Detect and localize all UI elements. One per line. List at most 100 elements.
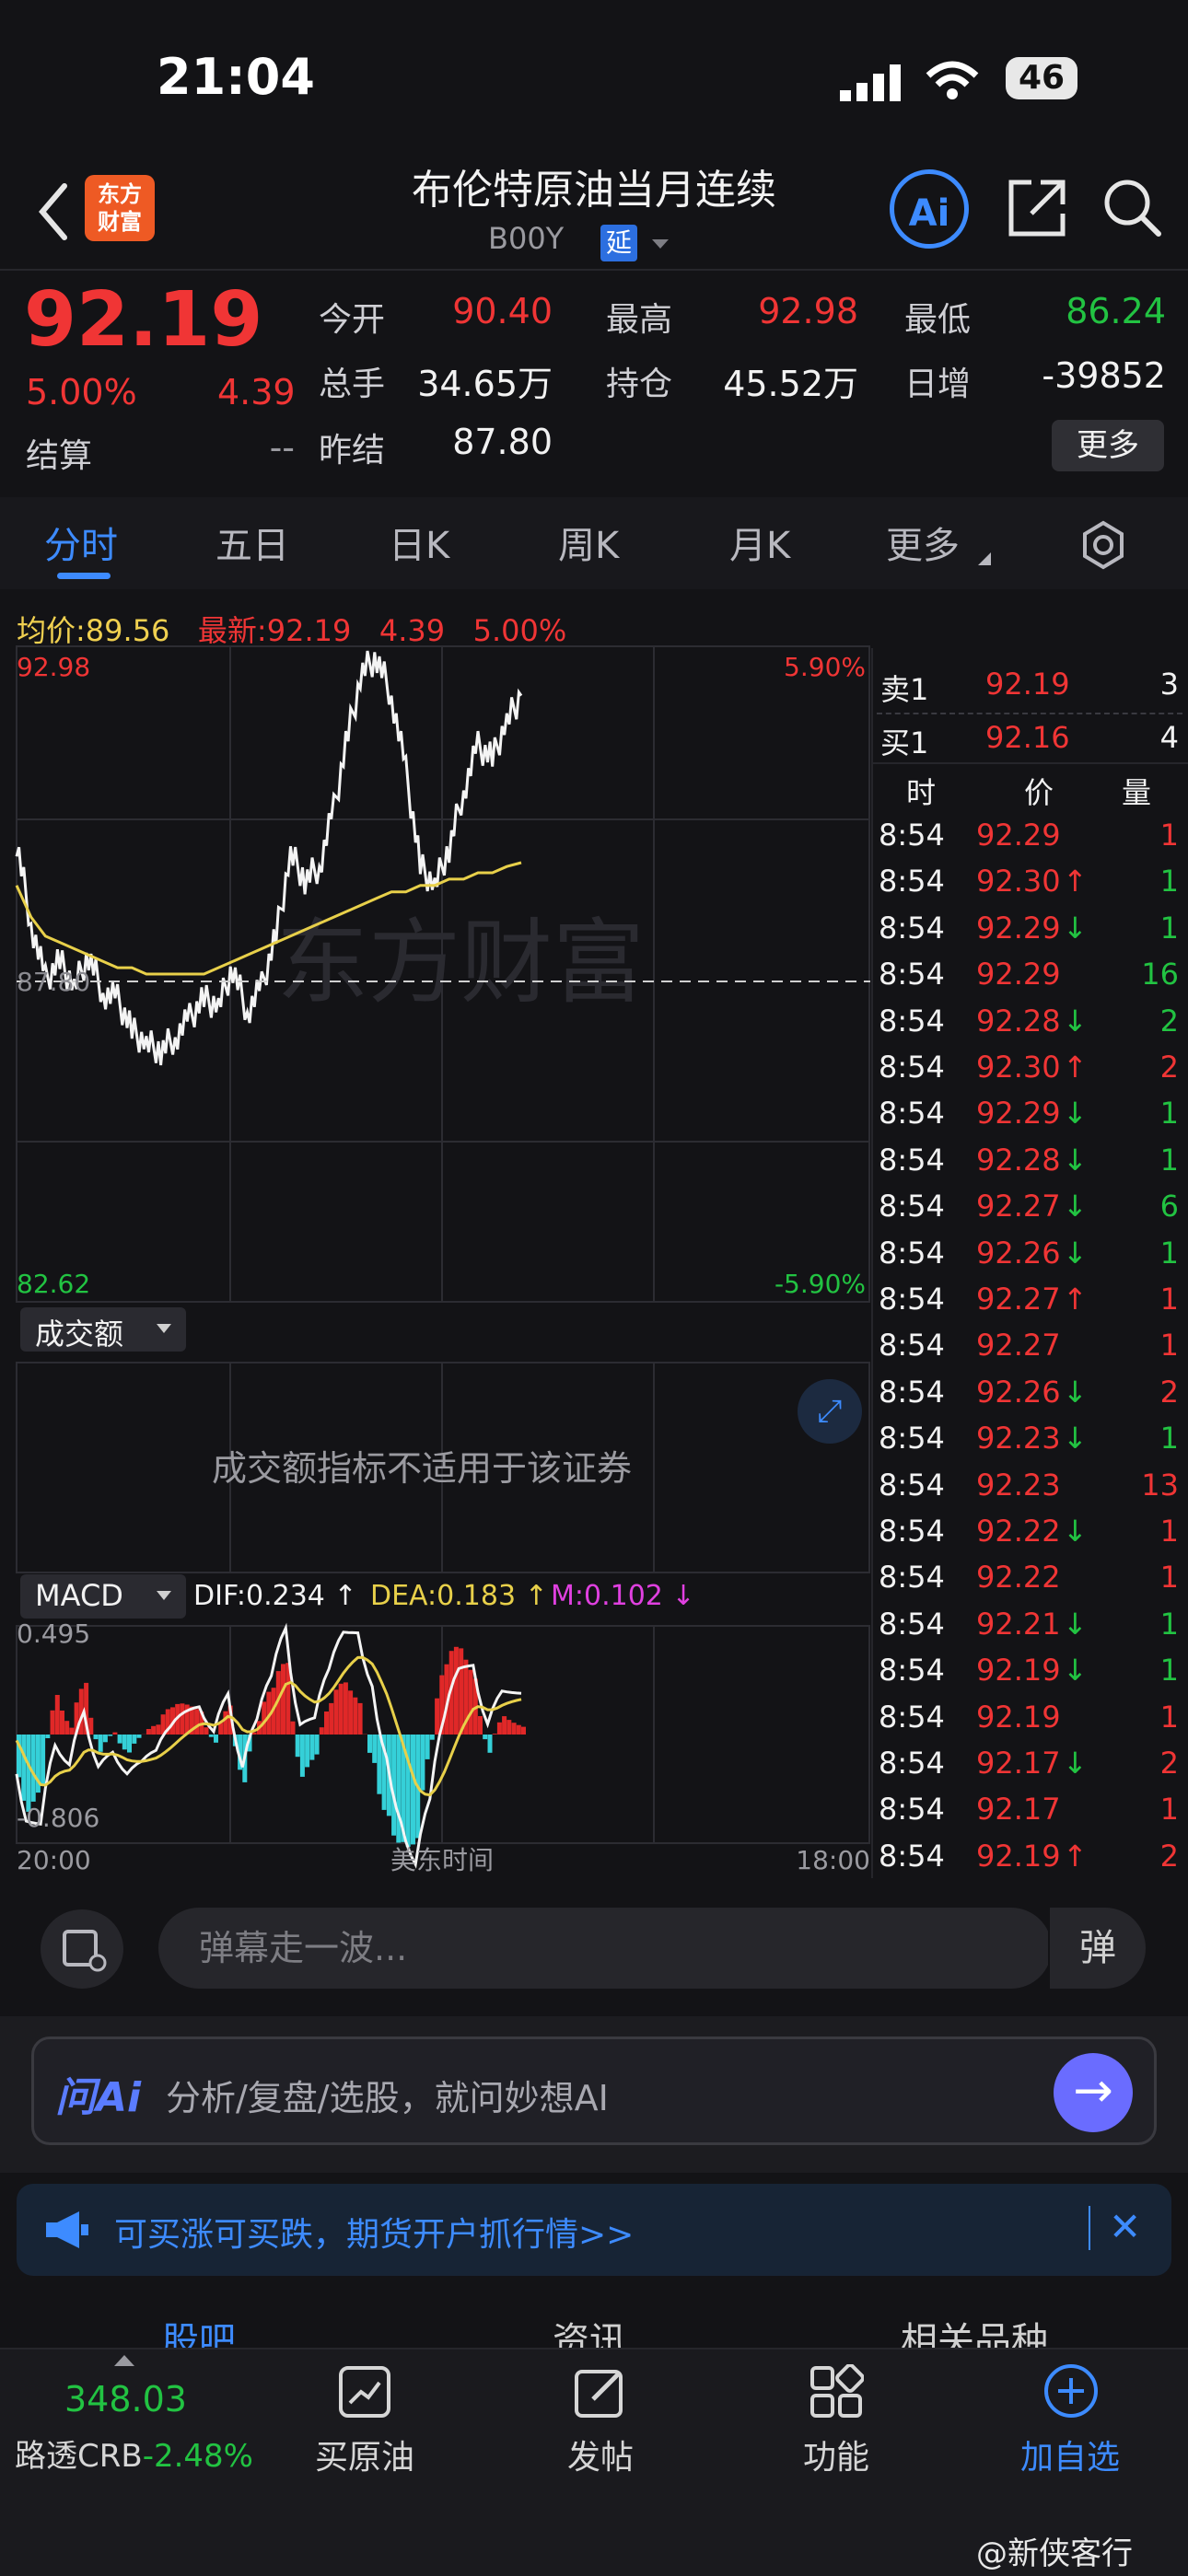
macd-bar: [156, 1724, 160, 1735]
ai-assistant-button[interactable]: Ai: [890, 169, 969, 249]
tick-qty: 2: [1105, 1004, 1179, 1039]
macd-dea-value: DEA:0.183 ↑: [370, 1580, 548, 1612]
y-right-top-label: 5.90%: [784, 652, 866, 682]
tick-arrow-icon: ↑: [1063, 864, 1088, 899]
macd-bar: [291, 1722, 296, 1735]
tick-price: 92.19: [976, 1700, 1061, 1735]
comment-settings-icon[interactable]: [41, 1909, 123, 1989]
back-arrow-icon[interactable]: [28, 175, 83, 249]
expand-icon[interactable]: ⤢: [798, 1379, 862, 1444]
legend-last-pct: 5.00%: [473, 613, 567, 648]
macd-bottom-label: -0.806: [17, 1803, 99, 1833]
tab-intraday[interactable]: 分时: [44, 516, 118, 569]
tick-arrow-icon: ↓: [1063, 1236, 1088, 1271]
ai-prompt-text[interactable]: 分析/复盘/选股，就问妙想AI: [166, 2070, 609, 2120]
chevron-up-icon[interactable]: [114, 2353, 134, 2366]
promo-text[interactable]: 可买涨可买跌，期货开户抓行情>>: [114, 2208, 634, 2256]
quote-field-value: 90.40: [396, 291, 553, 331]
macd-bar: [324, 1712, 329, 1735]
tick-arrow-icon: ↓: [1063, 1514, 1088, 1549]
chevron-down-icon[interactable]: [650, 238, 670, 250]
promo-divider: [1089, 2206, 1090, 2250]
nav-add-watchlist[interactable]: 加自选: [978, 2431, 1162, 2478]
volume-indicator-selector[interactable]: 成交额: [20, 1307, 186, 1352]
crb-index[interactable]: 路透CRB-2.48%: [15, 2431, 253, 2476]
tick-time: 8:54: [879, 1560, 945, 1595]
macd-bar: [103, 1735, 108, 1742]
instrument-code[interactable]: B00Y: [488, 221, 564, 256]
tick-time: 8:54: [879, 957, 945, 992]
edit-post-icon: [573, 2364, 628, 2419]
macd-bar: [315, 1735, 320, 1755]
macd-selector-label: MACD: [35, 1578, 123, 1613]
change-percent: 5.00%: [26, 372, 137, 412]
macd-bar: [320, 1727, 324, 1735]
tick-qty: 1: [1105, 1096, 1179, 1131]
quote-field-value: 45.52万: [702, 355, 858, 406]
last-label: 最新:: [198, 613, 267, 648]
danmu-input[interactable]: 弹幕走一波...: [158, 1908, 1052, 1989]
tick-time: 8:54: [879, 818, 945, 853]
tab-more[interactable]: 更多: [886, 516, 960, 569]
macd-bar: [435, 1699, 439, 1735]
instrument-title[interactable]: 布伦特原油当月连续: [350, 157, 838, 215]
tick-price: 92.17: [976, 1746, 1061, 1781]
quote-field-label: 总手: [319, 357, 385, 405]
macd-bar: [488, 1735, 493, 1753]
tick-time: 8:54: [879, 1746, 945, 1781]
nav-post[interactable]: 发帖: [508, 2431, 693, 2478]
app-logo: 东方财富: [85, 175, 155, 241]
tab-weekly-k[interactable]: 周K: [558, 516, 619, 569]
macd-bar: [132, 1735, 136, 1744]
tick-arrow-icon: ↓: [1063, 1653, 1088, 1688]
macd-bar: [372, 1735, 377, 1763]
macd-dif-value: DIF:0.234 ↑: [193, 1580, 357, 1612]
tab-monthly-k[interactable]: 月K: [729, 516, 790, 569]
tick-time: 8:54: [879, 1700, 945, 1735]
macd-bar: [478, 1716, 483, 1735]
tick-time: 8:54: [879, 1792, 945, 1827]
change-value: 4.39: [217, 372, 296, 412]
macd-bar: [55, 1695, 60, 1735]
tab-five-day[interactable]: 五日: [215, 516, 289, 569]
crb-value[interactable]: 348.03: [64, 2379, 187, 2419]
close-icon[interactable]: ✕: [1109, 2204, 1141, 2249]
ai-go-button[interactable]: →: [1054, 2053, 1133, 2132]
bid1-price: 92.16: [985, 720, 1070, 755]
settings-gear-icon[interactable]: [1077, 519, 1129, 571]
macd-bar: [118, 1735, 122, 1744]
macd-bar: [108, 1735, 112, 1736]
quote-field-value: 92.98: [702, 291, 858, 331]
tick-arrow-icon: ↓: [1063, 1096, 1088, 1131]
tick-price: 92.23: [976, 1468, 1061, 1503]
macd-bar: [430, 1735, 435, 1740]
macd-bar: [348, 1690, 353, 1735]
macd-bar: [493, 1734, 497, 1735]
macd-bar: [459, 1648, 463, 1735]
intraday-chart[interactable]: 东方财富 92.98 82.62 87.80 5.90% -5.90% 0.49…: [0, 644, 875, 1878]
tick-price: 92.30: [976, 864, 1061, 899]
settle-value: --: [239, 427, 295, 468]
more-quote-button[interactable]: 更多: [1052, 420, 1164, 471]
tick-price: 92.19: [976, 1653, 1061, 1688]
tick-time: 8:54: [879, 1004, 945, 1039]
quote-field-value: 34.65万: [396, 355, 553, 406]
ticks-header-price: 价: [1024, 770, 1054, 812]
macd-indicator-selector[interactable]: MACD: [20, 1574, 186, 1619]
nav-buy-crude[interactable]: 买原油: [273, 2431, 457, 2478]
macd-bar: [396, 1735, 401, 1843]
tick-time: 8:54: [879, 1050, 945, 1085]
active-tab-indicator: [57, 573, 111, 579]
tick-qty: 1: [1105, 1792, 1179, 1827]
search-icon[interactable]: [1100, 175, 1166, 241]
tick-arrow-icon: ↓: [1063, 1143, 1088, 1178]
tick-time: 8:54: [879, 911, 945, 946]
legend-last-change: 4.39: [379, 613, 445, 648]
danmu-toggle-button[interactable]: 弹: [1048, 1908, 1146, 1989]
volume-selector-label: 成交额: [35, 1311, 123, 1353]
weibo-watermark: @新侠客行: [976, 2528, 1133, 2573]
ask1-qty: 3: [1105, 667, 1179, 702]
share-icon[interactable]: [1004, 175, 1070, 241]
nav-functions[interactable]: 功能: [744, 2431, 928, 2478]
tab-daily-k[interactable]: 日K: [389, 516, 449, 569]
